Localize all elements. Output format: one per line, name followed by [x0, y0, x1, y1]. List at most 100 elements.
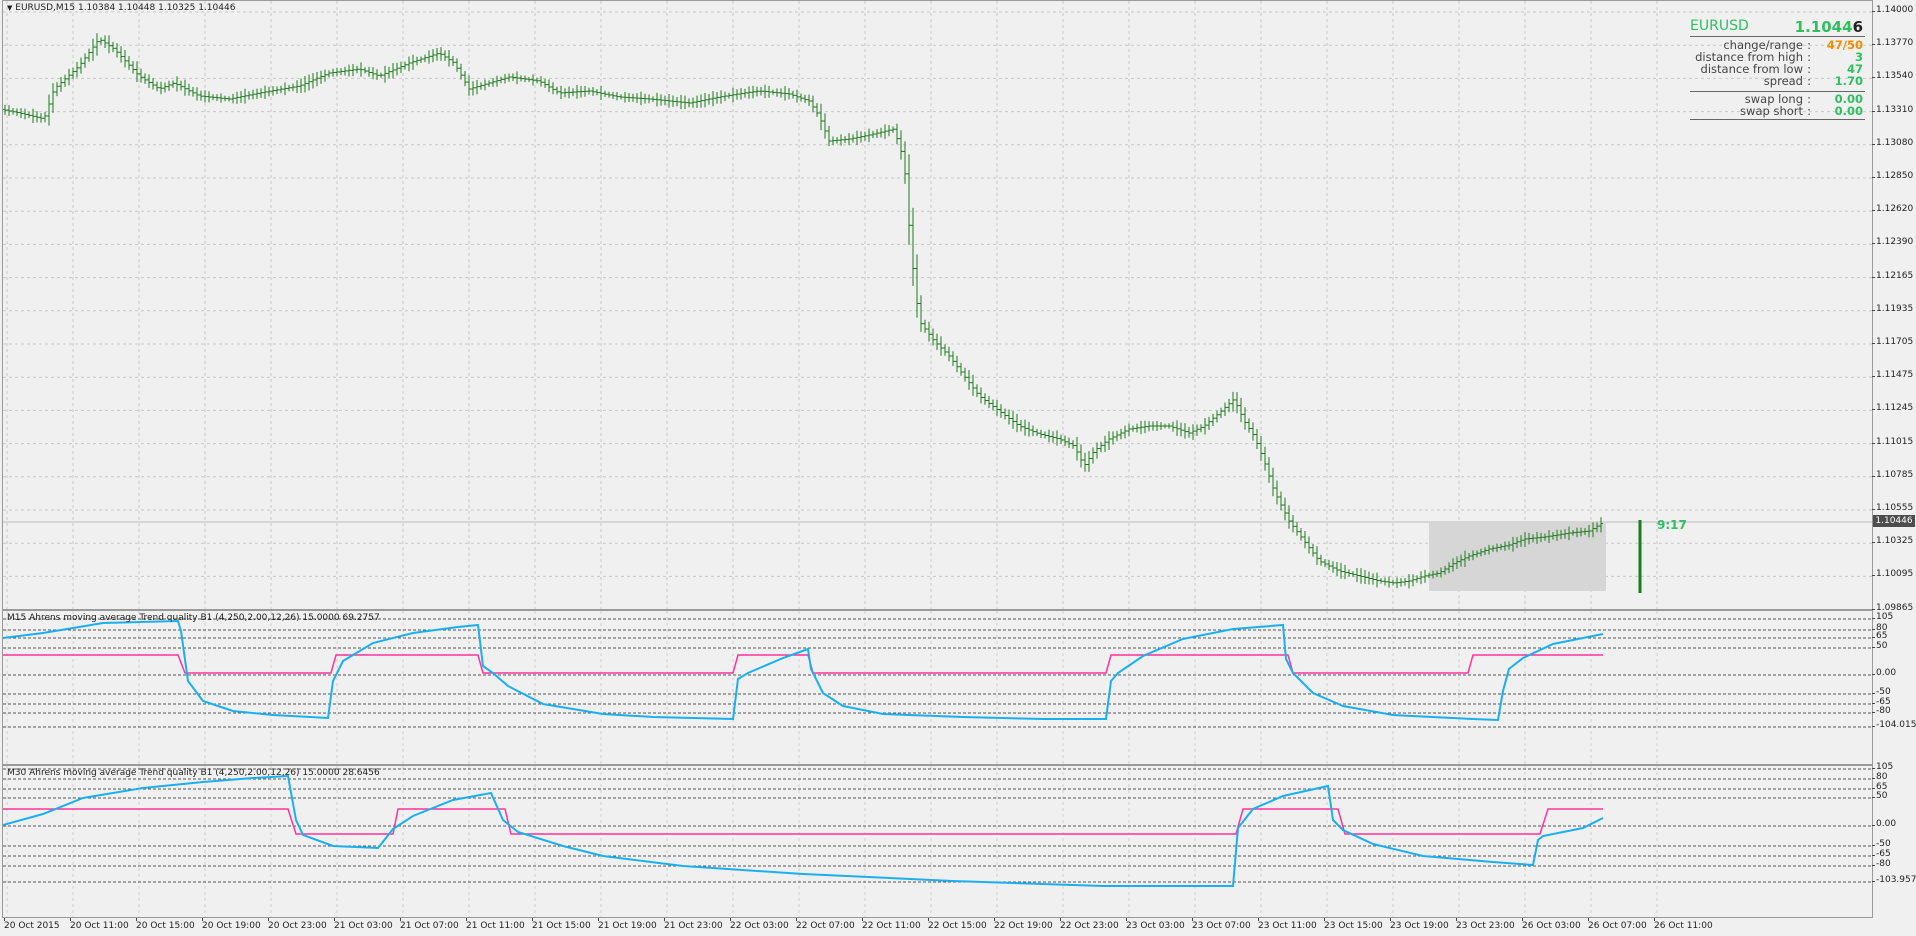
price-bar	[1347, 569, 1351, 577]
trend-quality-line	[3, 774, 1604, 887]
info-price: 1.10446	[1794, 18, 1863, 36]
price-bar	[1275, 480, 1279, 505]
price-bar	[1191, 424, 1195, 440]
time-axis[interactable]: 20 Oct 2015 20 Oct 11:00 20 Oct 15:00 20 Oc…	[0, 918, 1873, 936]
price-bar	[727, 92, 731, 99]
info-symbol: EURUSD	[1690, 18, 1749, 34]
indicator-m30-canvas[interactable]	[3, 766, 1873, 918]
price-bar	[639, 91, 643, 106]
price-bar	[635, 93, 639, 103]
price-bar	[931, 328, 935, 346]
info-label: spread	[1763, 74, 1803, 88]
time-axis-label: 22 Oct 07:00	[796, 918, 855, 931]
price-bar	[159, 81, 163, 95]
swap-row: swap short:0.00	[1740, 104, 1863, 118]
price-bar	[655, 92, 659, 107]
price-bar	[1287, 505, 1291, 529]
price-bar	[1247, 418, 1251, 433]
price-bar	[1015, 413, 1019, 433]
current-price-tag: 1.10446	[1873, 515, 1915, 527]
signal-line	[3, 654, 1603, 674]
price-bar	[895, 123, 899, 145]
indicator-m30-axis[interactable]: 1058065500.00-50-65-80-103.9574	[1871, 762, 1916, 918]
price-bar	[963, 367, 967, 382]
price-bar	[735, 89, 739, 100]
price-bar	[99, 37, 103, 45]
price-bar	[1323, 558, 1327, 568]
price-bar	[971, 374, 975, 396]
price-bar	[759, 86, 763, 96]
price-bar	[1031, 425, 1035, 437]
price-bar	[843, 136, 847, 144]
price-bar	[527, 76, 531, 82]
time-axis-label: 20 Oct 19:00	[202, 918, 261, 931]
time-axis-label: 22 Oct 15:00	[928, 918, 987, 931]
price-bar	[43, 111, 47, 123]
price-bar	[1047, 429, 1051, 443]
price-bar	[227, 96, 231, 102]
price-bar	[667, 93, 671, 108]
price-bar	[223, 95, 227, 102]
price-bar	[1363, 569, 1367, 585]
price-bar	[823, 113, 827, 139]
price-bar	[1367, 571, 1371, 585]
price-bar	[1211, 413, 1215, 426]
price-bar	[231, 93, 235, 104]
time-axis-label: 22 Oct 11:00	[862, 918, 921, 931]
price-bar	[1371, 573, 1375, 585]
price-bar	[411, 54, 415, 70]
price-bar	[383, 65, 387, 83]
price-chart-pane[interactable]: ▼ EURUSD,M15 1.10384 1.10448 1.10325 1.1…	[2, 0, 1873, 610]
price-bar	[1187, 426, 1191, 438]
indicator-m15-axis[interactable]: 1058065500.00-50-65-80-104.0153	[1871, 610, 1916, 765]
price-bar	[435, 47, 439, 61]
price-bar	[1127, 423, 1131, 437]
indicator-m30-axis-label: -103.9574	[1871, 875, 1916, 885]
price-bar	[1283, 497, 1287, 521]
price-bar	[1207, 416, 1211, 430]
price-bar	[1219, 407, 1223, 419]
price-bar	[779, 88, 783, 98]
dropdown-arrow-icon[interactable]: ▼	[7, 4, 12, 12]
indicator-m15-axis-label: 0.00	[1871, 668, 1897, 678]
price-bar	[307, 74, 311, 91]
price-bar	[1267, 457, 1271, 483]
price-bar	[415, 56, 419, 66]
price-bar	[499, 76, 503, 84]
price-bar	[651, 96, 655, 103]
price-bar	[475, 80, 479, 95]
time-axis-label: 20 Oct 23:00	[268, 918, 327, 931]
indicator-m30-axis-label: -50	[1872, 839, 1891, 849]
price-bar	[747, 86, 751, 99]
price-bar	[211, 94, 215, 101]
price-axis-label: 1.13310	[1871, 104, 1914, 115]
price-bar	[83, 53, 87, 68]
price-bar	[295, 80, 299, 94]
time-axis-label: 21 Oct 03:00	[334, 918, 393, 931]
price-bar	[395, 62, 399, 76]
price-bar	[487, 80, 491, 87]
price-bar	[347, 64, 351, 77]
price-chart-canvas[interactable]	[3, 1, 1873, 610]
indicator-m30-axis-label: 0.00	[1871, 819, 1897, 829]
price-bar	[563, 88, 567, 98]
price-bar	[723, 91, 727, 102]
price-bar	[731, 87, 735, 103]
price-bar	[387, 66, 391, 79]
price-bar	[815, 103, 819, 117]
indicator-pane-m15[interactable]: M15 Ahrens moving average Trend quality …	[2, 610, 1873, 765]
price-bar	[251, 89, 255, 100]
chart-window[interactable]: ▼ EURUSD,M15 1.10384 1.10448 1.10325 1.1…	[0, 0, 1916, 936]
price-bar	[1203, 418, 1207, 435]
price-bar	[627, 93, 631, 102]
price-bar	[1151, 421, 1155, 431]
price-bar	[859, 131, 863, 143]
indicator-m15-canvas[interactable]	[3, 611, 1873, 765]
price-bar	[799, 93, 803, 102]
price-bar	[311, 73, 315, 89]
price-bar	[491, 78, 495, 87]
price-bar	[995, 399, 999, 417]
price-bar	[1155, 420, 1159, 432]
price-bar	[215, 94, 219, 102]
indicator-pane-m30[interactable]: M30 Ahrens moving average Trend quality …	[2, 765, 1873, 918]
